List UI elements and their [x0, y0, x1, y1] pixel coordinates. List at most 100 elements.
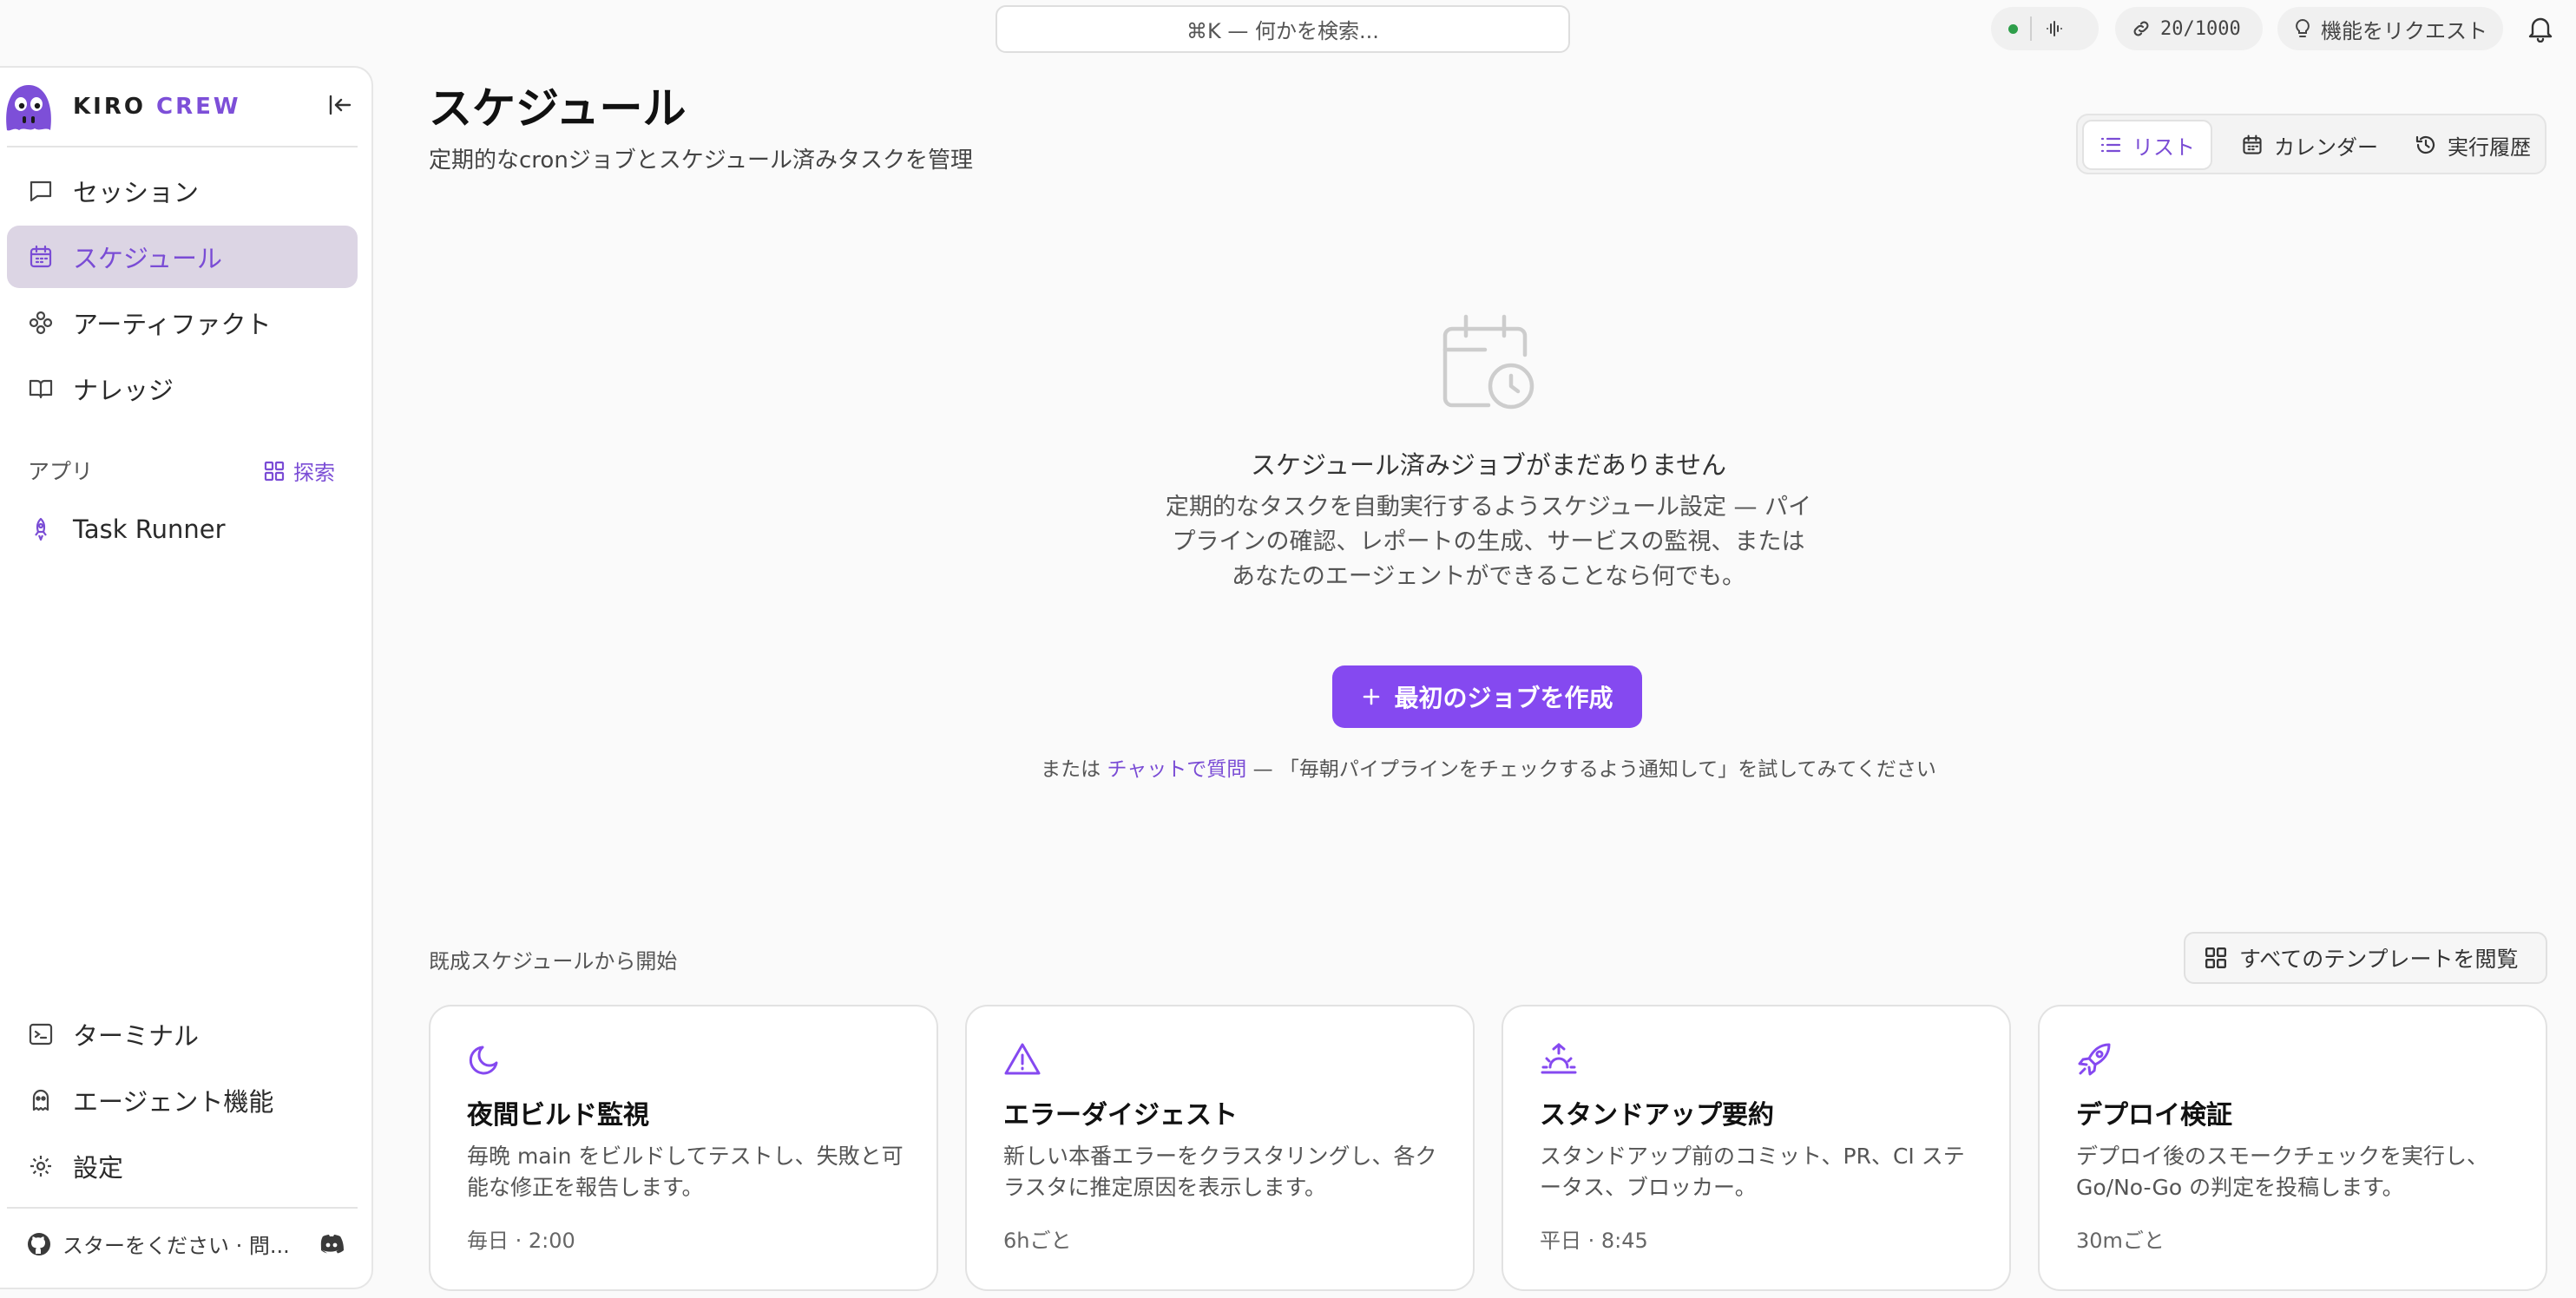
template-card-error-digest[interactable]: エラーダイジェスト 新しい本番エラーをクラスタリングし、各クラスタに推定原因を表… [965, 1005, 1475, 1291]
calendar-icon [2241, 134, 2264, 156]
explore-button[interactable]: 探索 [264, 456, 335, 486]
request-feature-label: 機能をリクエスト [2321, 18, 2487, 43]
sidebar-item-agent-capabilities[interactable]: エージェント機能 [7, 1069, 358, 1131]
template-card-deploy-verification[interactable]: デプロイ検証 デプロイ後のスモークチェックを実行し、Go/No-Go の判定を投… [2038, 1005, 2547, 1291]
create-first-job-label: 最初のジョブを作成 [1394, 684, 1613, 712]
templates-section-label: 既成スケジュールから開始 [429, 949, 678, 974]
discord-icon[interactable] [318, 1233, 345, 1255]
brand-name: KIRO CREW [73, 94, 241, 120]
github-icon[interactable] [26, 1231, 52, 1257]
chat-icon [28, 178, 54, 204]
search-bar[interactable]: ⌘K — 何かを検索... [996, 5, 1570, 53]
hint-prefix: または [1041, 758, 1101, 781]
grid-icon [2205, 947, 2227, 969]
view-switcher: リスト カレンダー 実行履歴 [2076, 114, 2546, 174]
sidebar-divider [7, 146, 358, 148]
sidebar-footer: スターをください · 問... [26, 1229, 356, 1259]
sidebar-item-artifacts[interactable]: アーティファクト [7, 292, 358, 354]
sidebar: KIRO CREW セッション スケジュール アーティファクト ナレッジ アプリ [0, 66, 373, 1289]
request-feature-button[interactable]: 機能をリクエスト [2277, 7, 2503, 50]
artifact-icon [28, 310, 54, 336]
sidebar-item-label: セッション [73, 178, 200, 207]
gear-icon [28, 1153, 54, 1179]
tab-calendar[interactable]: カレンダー [2225, 120, 2378, 170]
template-card-description: 毎晩 main をビルドしてテストし、失敗と可能な修正を報告します。 [467, 1144, 904, 1200]
history-icon [2415, 134, 2437, 156]
hint-suffix: — 「毎朝パイプラインをチェックするよう通知して」を試してみてください [1252, 758, 1936, 781]
template-card-description: スタンドアップ前のコミット、PR、CI ステータス、ブロッカー。 [1540, 1144, 1965, 1200]
template-card-schedule: 6hごと [1003, 1229, 1072, 1253]
tab-calendar-label: カレンダー [2274, 134, 2378, 160]
template-card-title: 夜間ビルド監視 [467, 1100, 649, 1131]
template-card-standup-summary[interactable]: スタンドアップ要約 スタンドアップ前のコミット、PR、CI ステータス、ブロッカ… [1502, 1005, 2011, 1291]
sidebar-item-label: スケジュール [73, 244, 222, 273]
agent-icon [28, 1087, 54, 1113]
sidebar-item-label: 設定 [73, 1153, 124, 1183]
kiro-logo [0, 78, 57, 135]
template-card-schedule: 30mごと [2076, 1229, 2165, 1253]
explore-label: 探索 [293, 461, 335, 485]
template-card-description: デプロイ後のスモークチェックを実行し、Go/No-Go の判定を投稿します。 [2076, 1144, 2489, 1200]
sidebar-item-label: ターミナル [73, 1021, 200, 1051]
status-dot [2008, 23, 2018, 34]
empty-state-title: スケジュール済みジョブがまだありません [1250, 450, 1727, 480]
activity-icon [2044, 18, 2065, 39]
sidebar-item-terminal[interactable]: ターミナル [7, 1003, 358, 1065]
sidebar-item-label: Task Runner [73, 515, 226, 544]
sidebar-item-knowledge[interactable]: ナレッジ [7, 357, 358, 420]
template-card-description: 新しい本番エラーをクラスタリングし、各クラスタに推定原因を表示します。 [1003, 1144, 1437, 1200]
usage-pill[interactable]: 20/1000 [2115, 7, 2263, 50]
bell-icon[interactable] [2527, 15, 2553, 43]
rocket-icon [28, 516, 54, 542]
usage-count: 20/1000 [2160, 17, 2241, 40]
sidebar-item-task-runner[interactable]: Task Runner [7, 498, 358, 560]
browse-templates-label: すべてのテンプレートを閲覧 [2239, 947, 2519, 972]
ask-in-chat-link[interactable]: チャットで質問 [1107, 758, 1246, 781]
moon-icon [467, 1041, 503, 1078]
brand[interactable]: KIRO CREW [0, 76, 241, 137]
plus-icon [1361, 686, 1382, 707]
template-card-title: デプロイ検証 [2076, 1100, 2232, 1131]
calendar-clock-icon [1436, 310, 1541, 414]
list-icon [2100, 134, 2122, 155]
sidebar-item-settings[interactable]: 設定 [7, 1135, 358, 1197]
sidebar-item-label: ナレッジ [73, 376, 174, 405]
template-card-title: スタンドアップ要約 [1540, 1100, 1774, 1131]
template-card-nightly-build[interactable]: 夜間ビルド監視 毎晩 main をビルドしてテストし、失敗と可能な修正を報告しま… [429, 1005, 938, 1291]
browse-templates-button[interactable]: すべてのテンプレートを閲覧 [2184, 932, 2547, 984]
status-pill[interactable] [1991, 7, 2099, 50]
rocket-icon [2076, 1041, 2113, 1078]
page-subtitle: 定期的なcronジョブとスケジュール済みタスクを管理 [429, 148, 973, 174]
sidebar-item-sessions[interactable]: セッション [7, 160, 358, 222]
brand-name-b: CREW [156, 94, 241, 120]
link-icon [2131, 18, 2152, 39]
book-icon [28, 376, 54, 402]
tab-history[interactable]: 実行履歴 [2399, 120, 2531, 170]
lightbulb-icon [2293, 18, 2312, 39]
create-first-job-button[interactable]: 最初のジョブを作成 [1332, 665, 1642, 728]
tab-list[interactable]: リスト [2082, 120, 2212, 170]
calendar-icon [28, 244, 54, 270]
brand-name-a: KIRO [73, 94, 146, 120]
template-card-title: エラーダイジェスト [1003, 1100, 1238, 1131]
empty-state-description: 定期的なタスクを自動実行するようスケジュール設定 — パイプラインの確認、レポー… [1165, 494, 1812, 590]
divider [2030, 16, 2032, 41]
page-title: スケジュール [429, 83, 687, 134]
empty-state-hint: または チャットで質問 — 「毎朝パイプラインをチェックするよう通知して」を試し… [868, 752, 2109, 782]
search-placeholder: ⌘K — 何かを検索... [1186, 19, 1379, 43]
sidebar-item-label: エージェント機能 [73, 1087, 274, 1117]
sidebar-item-label: アーティファクト [73, 310, 272, 339]
star-us-link[interactable]: スターをください · 問... [62, 1229, 290, 1259]
collapse-sidebar-icon[interactable] [328, 94, 352, 116]
sidebar-item-schedule[interactable]: スケジュール [7, 226, 358, 288]
tab-history-label: 実行履歴 [2448, 134, 2531, 160]
tab-list-label: リスト [2132, 134, 2195, 160]
template-card-schedule: 毎日 · 2:00 [467, 1229, 575, 1253]
warning-icon [1003, 1041, 1042, 1078]
terminal-icon [28, 1021, 54, 1047]
sidebar-divider [7, 1207, 358, 1209]
grid-icon [264, 461, 285, 482]
template-card-schedule: 平日 · 8:45 [1540, 1229, 1648, 1253]
apps-section-label: アプリ [28, 459, 94, 484]
sunrise-icon [1540, 1041, 1578, 1078]
